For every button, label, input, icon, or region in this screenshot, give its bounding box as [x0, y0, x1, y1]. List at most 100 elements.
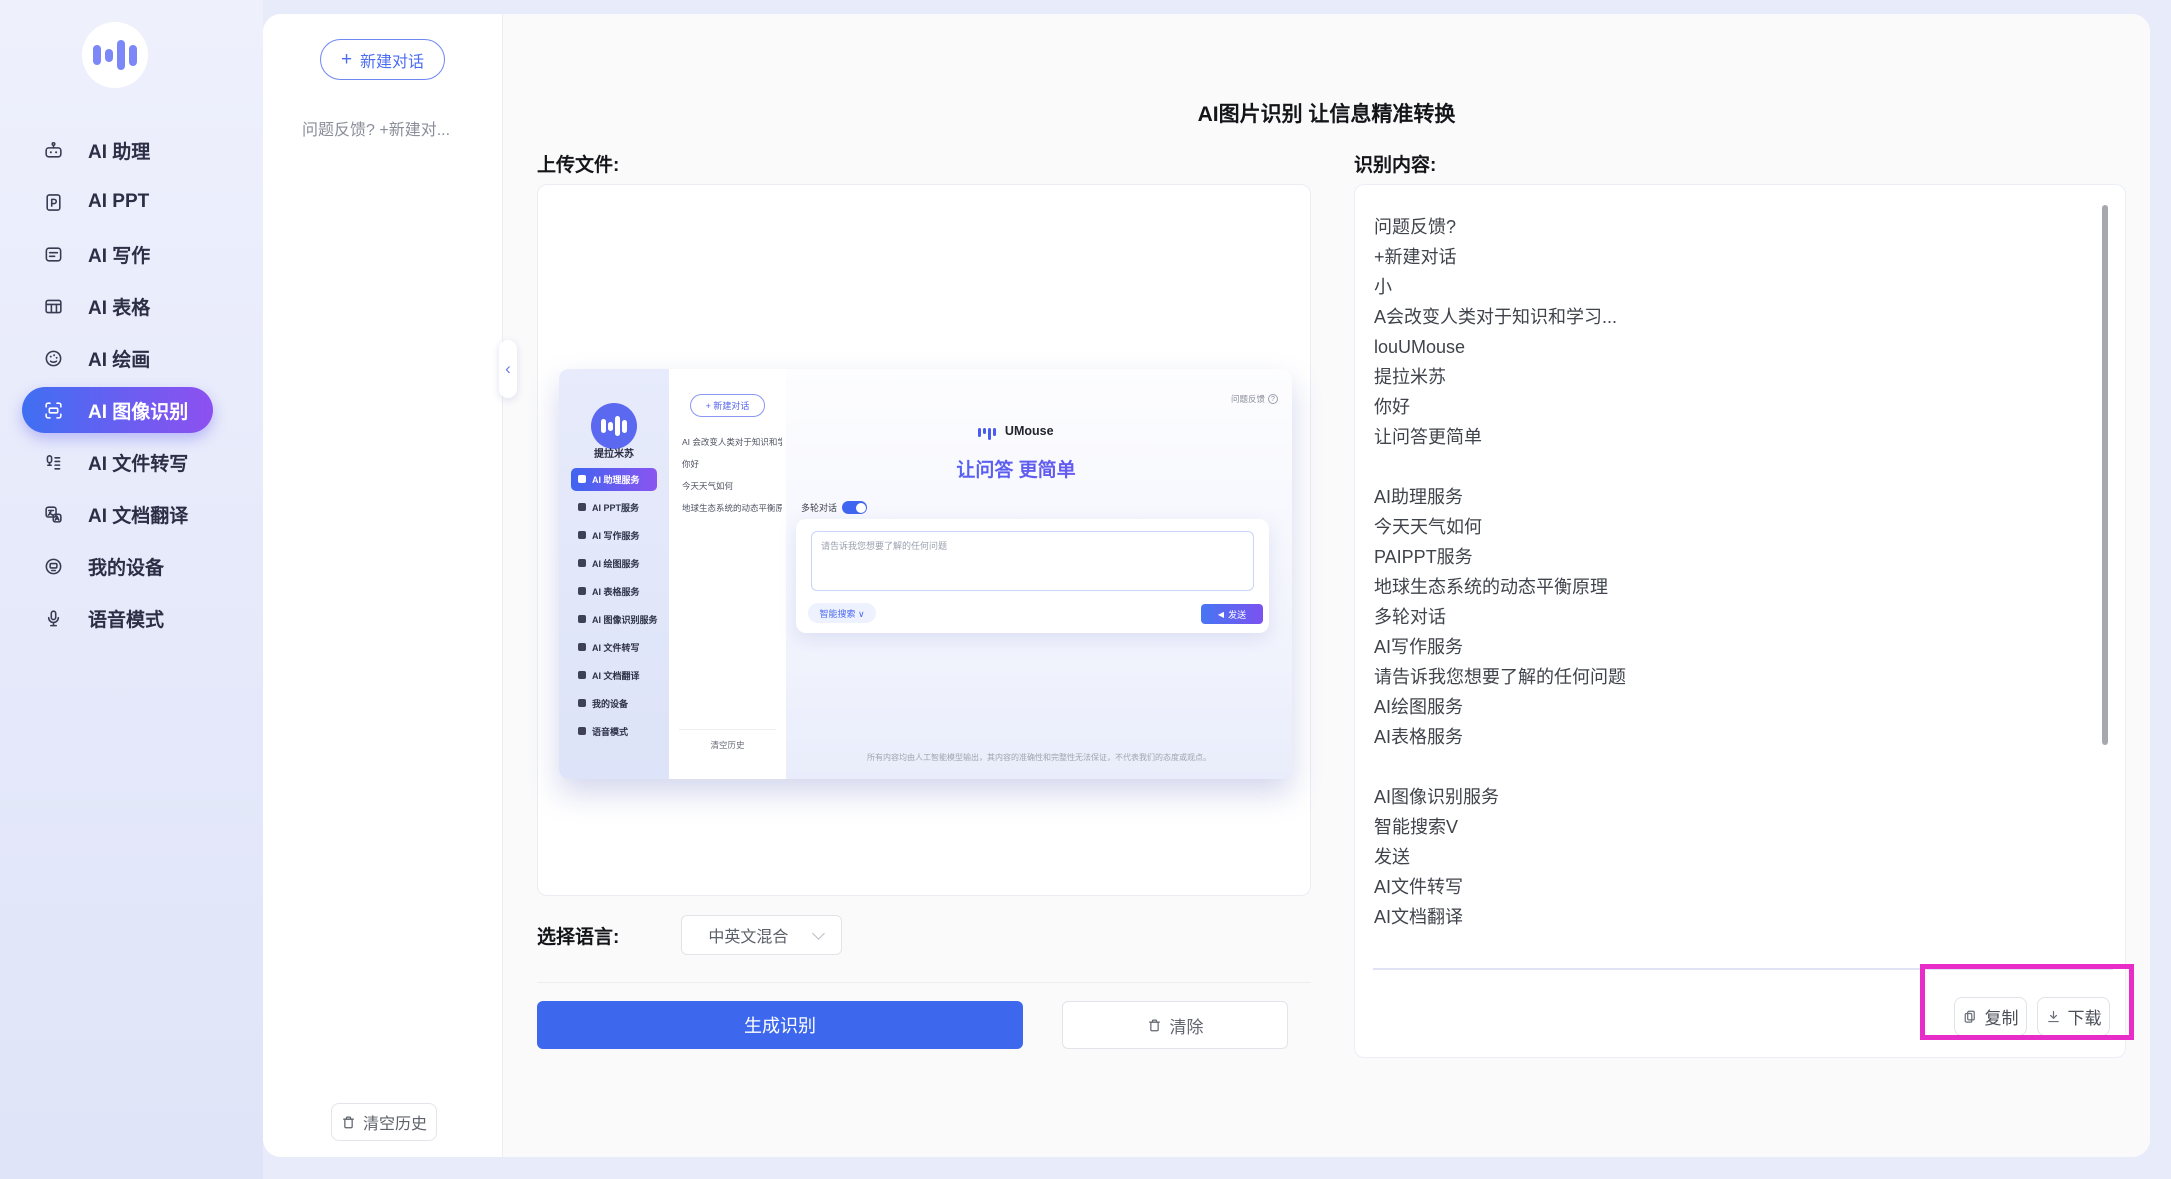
preview-history-item: 你好	[682, 453, 782, 475]
recognized-text-list[interactable]: 问题反馈?+新建对话小A会改变人类对于知识和学习...louUMouse提拉米苏…	[1374, 212, 2074, 927]
preview-slogan: 让问答 更简单	[786, 455, 1246, 482]
upload-dropzone[interactable]: 提拉米苏 AI 助理服务 AI PPT	[537, 184, 1311, 896]
writing-doc-icon	[42, 243, 64, 265]
sidebar-item-my-devices[interactable]: 我的设备	[22, 540, 213, 592]
sidebar-item-ai-painting[interactable]: AI 绘画	[22, 332, 213, 384]
mini-item-icon	[578, 475, 586, 483]
preview-main-area: 问题反馈 ? UMouse 让问答 更简单 多轮对话	[786, 369, 1292, 779]
trash-icon	[1147, 1018, 1162, 1033]
language-select[interactable]: 中英文混合	[681, 915, 842, 955]
sidebar-item-ai-doc-translate[interactable]: AI 文档翻译	[22, 488, 213, 540]
recognized-line: 今天天气如何	[1374, 512, 2074, 542]
scrollbar-thumb[interactable]	[2102, 205, 2108, 745]
sidebar-item-voice-mode[interactable]: 语音模式	[22, 592, 213, 644]
ocr-icon	[42, 399, 64, 421]
conversation-history-item[interactable]: 问题反馈? +新建对...	[302, 116, 450, 140]
mini-item-icon	[578, 587, 586, 595]
chevron-down-icon	[812, 927, 825, 940]
table-icon	[42, 295, 64, 317]
mini-item-icon	[578, 643, 586, 651]
question-circle-icon: ?	[1268, 394, 1278, 404]
page-title: AI图片识别 让信息精准转换	[503, 98, 2150, 128]
preview-brand: 提拉米苏	[559, 445, 669, 460]
sidebar: AI 助理 AI PPT AI 写作 AI 表格 AI 绘画 AI 图像识别	[0, 0, 263, 1179]
generate-recognition-button[interactable]: 生成识别	[537, 1001, 1023, 1049]
app-logo	[82, 22, 148, 88]
new-chat-label: 新建对话	[360, 48, 424, 72]
preview-sidebar-item: AI 表格服务	[571, 577, 657, 605]
sidebar-item-ai-transcription[interactable]: AI 文件转写	[22, 436, 213, 488]
uploaded-image-preview: 提拉米苏 AI 助理服务 AI PPT	[559, 369, 1292, 779]
preview-conversation-column: + 新建对话 AI 会改变人类对于知识和学习...你好今天天气如何地球生态系统的…	[669, 369, 786, 779]
logo-waveform-icon	[93, 45, 101, 65]
preview-clear-history: 清空历史	[669, 739, 786, 751]
divider	[537, 982, 1311, 983]
mini-item-icon	[578, 615, 586, 623]
new-chat-button[interactable]: + 新建对话	[320, 39, 445, 80]
mini-item-icon	[578, 503, 586, 511]
recognized-line: AI助理服务	[1374, 482, 2074, 512]
preview-sidebar-item: AI 文件转写	[571, 633, 657, 661]
translate-icon	[42, 503, 64, 525]
recognized-line: louUMouse	[1374, 332, 2074, 362]
clear-history-button[interactable]: 清空历史	[331, 1103, 437, 1141]
preview-sidebar: 提拉米苏 AI 助理服务 AI PPT	[559, 369, 669, 779]
recognized-line: 提拉米苏	[1374, 362, 2074, 392]
umouse-waveform-icon	[978, 428, 996, 440]
preview-send-button: ◀ 发送	[1201, 604, 1263, 624]
recognized-line: 问题反馈?	[1374, 212, 2074, 242]
palette-icon	[42, 347, 64, 369]
preview-sidebar-item: AI 绘图服务	[571, 549, 657, 577]
preview-divider	[679, 729, 776, 730]
clear-history-label: 清空历史	[363, 1110, 427, 1134]
preview-sidebar-item: 语音模式	[571, 717, 657, 745]
toggle-on-icon	[842, 501, 867, 514]
clear-button[interactable]: 清除	[1062, 1001, 1288, 1049]
recognized-line: 你好	[1374, 392, 2074, 422]
robot-icon	[42, 139, 64, 161]
sidebar-item-ai-assistant[interactable]: AI 助理	[22, 124, 213, 176]
preview-history-item: 地球生态系统的动态平衡原理	[682, 497, 782, 519]
preview-history-item: AI 会改变人类对于知识和学习...	[682, 431, 782, 453]
preview-history-item: 今天天气如何	[682, 475, 782, 497]
recognized-line: 发送	[1374, 842, 2074, 872]
content-panel: + 新建对话 问题反馈? +新建对... 清空历史 AI图片识别 让信息精准转换…	[263, 14, 2150, 1157]
device-icon	[42, 555, 64, 577]
language-value: 中英文混合	[708, 923, 788, 947]
preview-sidebar-item: AI 图像识别服务	[571, 605, 657, 633]
plus-icon: +	[341, 50, 352, 69]
preview-sidebar-item: AI PPT服务	[571, 493, 657, 521]
recognized-line: 请告诉我您想要了解的任何问题	[1374, 662, 2074, 692]
preview-feedback-link: 问题反馈 ?	[1231, 393, 1278, 405]
recognized-line: AI写作服务	[1374, 632, 2074, 662]
preview-smart-search-button: 智能搜索 ∨	[808, 603, 876, 623]
main-area: AI图片识别 让信息精准转换 上传文件: 提拉米苏	[503, 14, 2150, 1157]
language-label: 选择语言:	[537, 922, 619, 949]
sidebar-item-ai-image-recognition[interactable]: AI 图像识别	[22, 387, 213, 433]
preview-sidebar-item: AI 文档翻译	[571, 661, 657, 689]
preview-history-list: AI 会改变人类对于知识和学习...你好今天天气如何地球生态系统的动态平衡原理	[682, 431, 782, 519]
sidebar-item-ai-ppt[interactable]: AI PPT	[22, 176, 213, 228]
mini-item-icon	[578, 671, 586, 679]
conversation-panel: + 新建对话 问题反馈? +新建对... 清空历史	[263, 14, 503, 1157]
preview-logo	[591, 403, 637, 449]
sidebar-item-ai-table[interactable]: AI 表格	[22, 280, 213, 332]
preview-menu: AI 助理服务 AI PPT服务 AI 写作服务	[559, 465, 669, 745]
preview-sidebar-item: AI 写作服务	[571, 521, 657, 549]
mini-item-icon	[578, 531, 586, 539]
collapse-panel-button[interactable]: ‹	[499, 340, 517, 398]
preview-input-card: 请告诉我您想要了解的任何问题 智能搜索 ∨ ◀ 发送	[796, 519, 1269, 633]
sidebar-item-ai-writing[interactable]: AI 写作	[22, 228, 213, 280]
clear-label: 清除	[1170, 1013, 1204, 1038]
ppt-file-icon	[42, 191, 64, 213]
trash-icon	[341, 1115, 356, 1130]
preview-multi-turn-row: 多轮对话	[801, 501, 867, 514]
preview-textarea: 请告诉我您想要了解的任何问题	[811, 531, 1254, 591]
recognized-line: AI绘图服务	[1374, 692, 2074, 722]
recognized-line	[1374, 752, 2074, 782]
mini-item-icon	[578, 699, 586, 707]
preview-new-chat-button: + 新建对话	[690, 394, 765, 417]
recognized-line: AI表格服务	[1374, 722, 2074, 752]
mini-item-icon	[578, 559, 586, 567]
mini-item-icon	[578, 727, 586, 735]
